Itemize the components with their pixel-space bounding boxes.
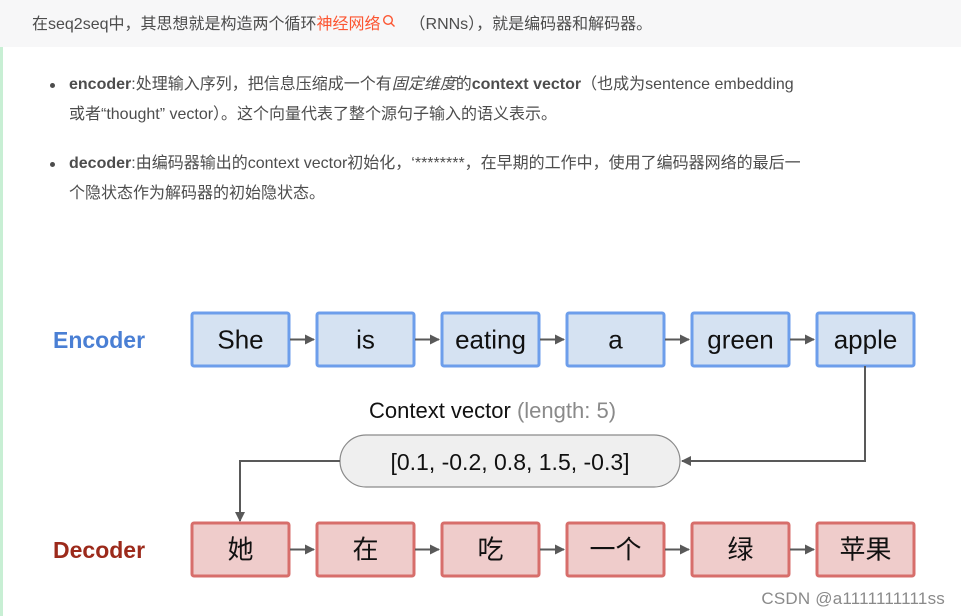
encoder-row: She is eating a green apple	[190, 311, 916, 368]
csdn-watermark: CSDN @a1111111111ss	[761, 589, 945, 608]
decoder-token-label: 苹果	[839, 536, 891, 566]
decoder-token-label: 吃	[477, 536, 503, 566]
apple-to-context-arrow	[681, 366, 866, 466]
decoder-token-label: 绿	[727, 536, 753, 566]
decoder-token-label: 在	[352, 536, 378, 566]
context-vector-values: [0.1, -0.2, 0.8, 1.5, -0.3]	[390, 449, 629, 475]
encoder-label: Encoder	[53, 327, 145, 353]
encoder-token-label: green	[707, 325, 774, 355]
decoder-label: Decoder	[53, 537, 145, 563]
decoder-row: 她 在 吃 一个 绿 苹果	[190, 521, 916, 578]
encoder-token-label: She	[217, 325, 263, 355]
context-length-note: (length: 5)	[517, 398, 616, 423]
seq2seq-diagram: Encoder Decoder She is eating a green apple 她…	[53, 311, 916, 578]
decoder-token-label: 她	[227, 536, 253, 566]
context-label: Context vector (length: 5)	[369, 398, 616, 423]
encoder-token-label: apple	[834, 325, 898, 355]
encoder-token-label: eating	[455, 325, 526, 355]
context-label-main: Context vector	[369, 398, 511, 423]
encoder-token-label: a	[608, 325, 623, 355]
decoder-token-label: 一个	[589, 536, 641, 566]
encoder-token-label: is	[356, 325, 375, 355]
context-to-decoder-arrow	[235, 460, 340, 522]
